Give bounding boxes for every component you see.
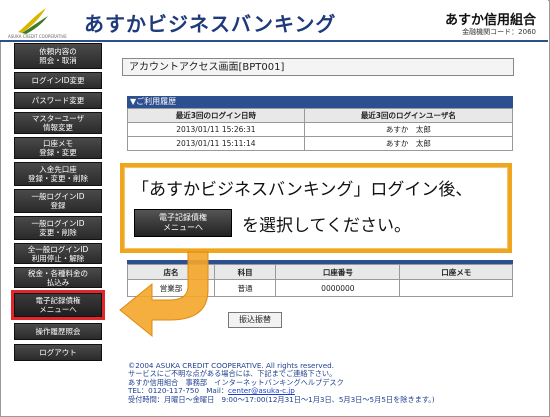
sidebar-item-general-login-modify[interactable]: 一般ログインID 変更・削除 [14, 216, 102, 240]
history-user: あすか 太郎 [303, 122, 514, 137]
sidebar-item-tax-payment[interactable]: 税金・各種料金の 払込み [14, 267, 102, 288]
account-type: 普通 [213, 279, 277, 297]
history-header-datetime: 最近3回のログイン日時 [127, 108, 305, 123]
callout-e-bill-button: 電子記録債権 メニューへ [134, 209, 232, 237]
sidebar-item-e-bill-menu[interactable]: 電子記録債権 メニューへ [11, 290, 105, 320]
sidebar-item-logout[interactable]: ログアウト [14, 344, 102, 361]
footer-tel: TEL：0120-117-750 Mail： [128, 386, 229, 396]
history-user: あすか 太郎 [303, 136, 514, 151]
table-row: 2013/01/11 15:26:31 あすか 太郎 [127, 122, 514, 137]
account-number: 0000000 [275, 279, 401, 297]
transfer-button[interactable]: 振込振替 [228, 312, 282, 328]
account-header-type: 科目 [213, 264, 277, 280]
history-datetime: 2013/01/11 15:11:14 [127, 136, 305, 151]
sidebar-item-account-memo[interactable]: 口座メモ 登録・変更 [14, 137, 102, 159]
page-title: アカウントアクセス画面[BPT001] [122, 58, 514, 76]
header-divider [0, 40, 548, 42]
sidebar-item-payee-accounts[interactable]: 入金先口座 登録・変更・削除 [14, 162, 102, 186]
logo-text: ASUKA CREDIT COOPERATIVE [8, 34, 67, 39]
footer-mail-link[interactable]: center@asuka-c.jp [228, 386, 295, 395]
account-header-number: 口座番号 [275, 264, 401, 280]
sidebar-item-operation-history[interactable]: 操作履歴照会 [14, 323, 102, 340]
app-title: あすかビジネスバンキング [84, 12, 337, 36]
header: ASUKA CREDIT COOPERATIVE あすかビジネスバンキング あす… [0, 0, 548, 40]
history-datetime: 2013/01/11 15:26:31 [127, 122, 305, 137]
sidebar-item-password-change[interactable]: パスワード変更 [14, 92, 102, 109]
instruction-callout: 「あすかビジネスバンキング」ログイン後、 電子記録債権 メニューへ を選択してく… [120, 163, 512, 253]
table-row: 2013/01/11 15:11:14 あすか 太郎 [127, 136, 514, 151]
history-header-user: 最近3回のログインユーザ名 [303, 108, 514, 123]
bank-code: 金融機関コード：2060 [462, 28, 536, 36]
callout-select-text: を選択してください。 [242, 216, 411, 236]
login-history-table: 最近3回のログイン日時 最近3回のログインユーザ名 2013/01/11 15:… [127, 108, 514, 151]
sidebar-menu: 依頼内容の 照会・取消 ログインID変更 パスワード変更 マスターユーザ 情報変… [11, 43, 105, 364]
callout-instruction-text: 「あすかビジネスバンキング」ログイン後、 [132, 180, 473, 200]
account-memo [399, 279, 513, 297]
sidebar-item-general-login-suspend[interactable]: 全一般ログインID 利用停止・解除 [14, 243, 102, 264]
footer-hours: 受付時間：月曜日～金曜日 9:00～17:00(12月31日～1月3日、5月3日… [128, 394, 435, 404]
bank-name: あすか信用組合 [444, 13, 536, 28]
sidebar-item-master-user[interactable]: マスターユーザ 情報変更 [14, 112, 102, 134]
sidebar-item-general-login-register[interactable]: 一般ログインID 登録 [14, 189, 102, 213]
bank-logo-icon [18, 8, 48, 34]
sidebar-item-inquiry-cancel[interactable]: 依頼内容の 照会・取消 [14, 43, 102, 69]
footer: ©2004 ASUKA CREDIT COOPERATIVE. All righ… [128, 361, 435, 404]
curved-arrow-icon [119, 251, 209, 338]
account-header-memo: 口座メモ [399, 264, 513, 280]
sidebar-item-login-id-change[interactable]: ログインID変更 [14, 72, 102, 89]
history-section-header: ▼ご利用履歴 [127, 96, 513, 108]
